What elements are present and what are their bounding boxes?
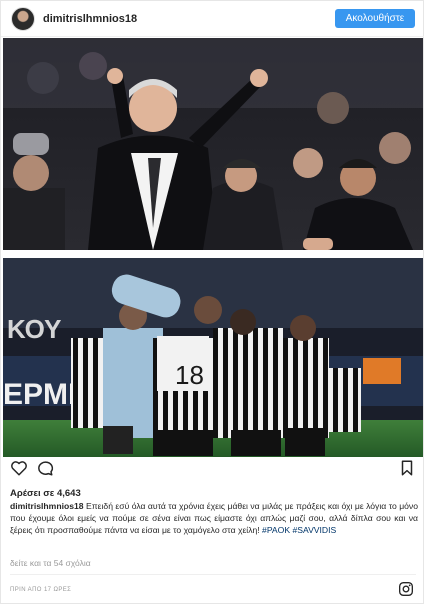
stadium-banner-text: ΚΟΥ <box>7 314 61 344</box>
hashtag-paok[interactable]: #PAOK <box>262 525 290 535</box>
jersey-number: 18 <box>175 360 204 390</box>
instagram-glyph-icon[interactable] <box>398 581 414 597</box>
top-photo-crowd <box>3 38 423 250</box>
post-photo-collage: ΚΟΥ ΕΡΜΙ 18 <box>3 38 423 457</box>
post-caption: dimitrislhmnios18 Επειδή εσύ όλα αυτά τα… <box>10 500 418 537</box>
post-username[interactable]: dimitrislhmnios18 <box>43 13 137 25</box>
instagram-post-card: dimitrislhmnios18 Ακολουθήστε ΚΟΥ ΕΡΜΙ 1… <box>0 0 424 604</box>
post-actions-bar <box>1 459 424 481</box>
bookmark-icon[interactable] <box>398 459 416 477</box>
heart-icon[interactable] <box>10 459 28 477</box>
comment-bubble-icon[interactable] <box>36 459 54 477</box>
likes-count[interactable]: Αρέσει σε 4,643 <box>10 488 81 499</box>
hashtag-savvidis[interactable]: #SAVVIDIS <box>292 525 336 535</box>
profile-avatar[interactable] <box>11 6 35 31</box>
follow-button[interactable]: Ακολουθήστε <box>335 9 415 28</box>
post-photo[interactable]: ΚΟΥ ΕΡΜΙ 18 <box>3 38 423 457</box>
bottom-photo-team-huddle: ΚΟΥ ΕΡΜΙ 18 <box>3 258 423 457</box>
caption-username[interactable]: dimitrislhmnios18 <box>10 501 84 511</box>
post-timestamp: ΠΡΙΝ ΑΠΟ 17 ΩΡΕΣ <box>10 587 72 593</box>
divider <box>10 574 416 575</box>
post-header: dimitrislhmnios18 Ακολουθήστε <box>1 1 424 37</box>
view-all-comments-link[interactable]: δείτε και τα 54 σχόλια <box>10 558 91 568</box>
stadium-banner-text-bottom: ΕΡΜΙ <box>3 378 76 411</box>
